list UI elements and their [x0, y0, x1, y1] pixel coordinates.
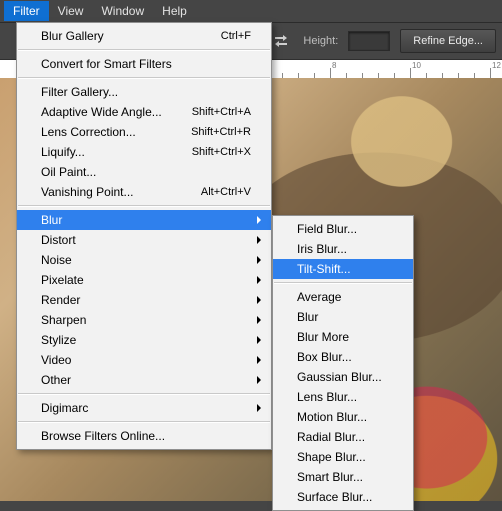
filter-menu-item[interactable]: Other	[17, 370, 271, 390]
menu-item-label: Shape Blur...	[297, 450, 366, 464]
menu-item-shortcut: Shift+Ctrl+A	[192, 106, 251, 118]
menu-separator	[18, 393, 270, 395]
menu-help[interactable]: Help	[153, 1, 196, 21]
menu-item-shortcut: Alt+Ctrl+V	[201, 186, 251, 198]
menu-item-label: Smart Blur...	[297, 470, 363, 484]
menu-item-label: Motion Blur...	[297, 410, 367, 424]
menu-item-label: Field Blur...	[297, 222, 357, 236]
blur-submenu-item[interactable]: Iris Blur...	[273, 239, 413, 259]
menu-item-label: Blur	[297, 310, 318, 324]
filter-menu-item[interactable]: Digimarc	[17, 398, 271, 418]
menu-item-label: Gaussian Blur...	[297, 370, 382, 384]
blur-submenu-item[interactable]: Blur More	[273, 327, 413, 347]
filter-menu-item[interactable]: Video	[17, 350, 271, 370]
menu-item-shortcut: Shift+Ctrl+X	[192, 146, 251, 158]
blur-submenu-item[interactable]: Lens Blur...	[273, 387, 413, 407]
filter-menu-item[interactable]: Sharpen	[17, 310, 271, 330]
blur-submenu-item[interactable]: Field Blur...	[273, 219, 413, 239]
menu-item-label: Pixelate	[41, 273, 84, 287]
menu-item-label: Blur More	[297, 330, 349, 344]
menu-separator	[18, 77, 270, 79]
menu-item-label: Noise	[41, 253, 72, 267]
menu-item-shortcut: Shift+Ctrl+R	[191, 126, 251, 138]
filter-menu-item[interactable]: Oil Paint...	[17, 162, 271, 182]
menu-view[interactable]: View	[49, 1, 93, 21]
menu-item-label: Render	[41, 293, 80, 307]
menu-item-label: Liquify...	[41, 145, 85, 159]
filter-menu-item[interactable]: Adaptive Wide Angle... Shift+Ctrl+A	[17, 102, 271, 122]
blur-submenu-item[interactable]: Average	[273, 287, 413, 307]
filter-menu-item[interactable]: Noise	[17, 250, 271, 270]
blur-submenu-item[interactable]: Box Blur...	[273, 347, 413, 367]
menu-item-label: Lens Blur...	[297, 390, 357, 404]
menu-item-label: Blur	[41, 213, 62, 227]
menu-item-label: Video	[41, 353, 71, 367]
filter-menu: Blur Gallery Ctrl+F Convert for Smart Filt…	[16, 22, 272, 450]
filter-menu-item[interactable]: Filter Gallery...	[17, 82, 271, 102]
menu-item-label: Sharpen	[41, 313, 86, 327]
filter-menu-item[interactable]: Render	[17, 290, 271, 310]
filter-menu-item[interactable]: Lens Correction... Shift+Ctrl+R	[17, 122, 271, 142]
menu-item-label: Filter Gallery...	[41, 85, 118, 99]
menu-item-label: Surface Blur...	[297, 490, 372, 504]
menu-separator	[18, 49, 270, 51]
blur-submenu: Field Blur... Iris Blur... Tilt-Shift... Av…	[272, 215, 414, 511]
menu-item-label: Average	[297, 290, 341, 304]
menu-item-label: Lens Correction...	[41, 125, 136, 139]
height-label: Height:	[303, 35, 338, 47]
menu-separator	[274, 282, 412, 284]
blur-submenu-item[interactable]: Smart Blur...	[273, 467, 413, 487]
menu-item-label: Browse Filters Online...	[41, 429, 165, 443]
blur-submenu-item[interactable]: Gaussian Blur...	[273, 367, 413, 387]
menu-item-label: Stylize	[41, 333, 76, 347]
blur-submenu-item[interactable]: Motion Blur...	[273, 407, 413, 427]
menu-item-label: Digimarc	[41, 401, 88, 415]
blur-submenu-item[interactable]: Shape Blur...	[273, 447, 413, 467]
filter-menu-item[interactable]: Stylize	[17, 330, 271, 350]
menu-item-label: Blur Gallery	[41, 29, 104, 43]
menu-item-label: Box Blur...	[297, 350, 352, 364]
menu-item-label: Tilt-Shift...	[297, 262, 351, 276]
menu-separator	[18, 421, 270, 423]
height-input[interactable]	[348, 31, 390, 51]
filter-menu-item[interactable]: Distort	[17, 230, 271, 250]
menu-item-label: Distort	[41, 233, 76, 247]
menu-item-shortcut: Ctrl+F	[221, 30, 251, 42]
refine-edge-button[interactable]: Refine Edge...	[400, 29, 496, 53]
menu-item-label: Convert for Smart Filters	[41, 57, 172, 71]
menu-item-label: Vanishing Point...	[41, 185, 134, 199]
filter-menu-item[interactable]: Liquify... Shift+Ctrl+X	[17, 142, 271, 162]
menu-item-label: Iris Blur...	[297, 242, 347, 256]
menu-separator	[18, 205, 270, 207]
blur-submenu-item[interactable]: Radial Blur...	[273, 427, 413, 447]
filter-menu-item[interactable]: Pixelate	[17, 270, 271, 290]
menu-item-label: Adaptive Wide Angle...	[41, 105, 162, 119]
menu-filter[interactable]: Filter	[4, 1, 49, 21]
blur-submenu-item[interactable]: Tilt-Shift...	[273, 259, 413, 279]
menu-item-label: Other	[41, 373, 71, 387]
menu-item-label: Radial Blur...	[297, 430, 365, 444]
swap-orientation-icon[interactable]	[269, 29, 293, 53]
filter-menu-item[interactable]: Convert for Smart Filters	[17, 54, 271, 74]
blur-submenu-item[interactable]: Surface Blur...	[273, 487, 413, 507]
filter-menu-item[interactable]: Blur Gallery Ctrl+F	[17, 26, 271, 46]
menubar: FilterViewWindowHelp	[0, 0, 502, 23]
filter-menu-item[interactable]: Vanishing Point... Alt+Ctrl+V	[17, 182, 271, 202]
blur-submenu-item[interactable]: Blur	[273, 307, 413, 327]
menu-item-label: Oil Paint...	[41, 165, 96, 179]
filter-menu-item[interactable]: Browse Filters Online...	[17, 426, 271, 446]
filter-menu-item[interactable]: Blur	[17, 210, 271, 230]
menu-window[interactable]: Window	[92, 1, 153, 21]
